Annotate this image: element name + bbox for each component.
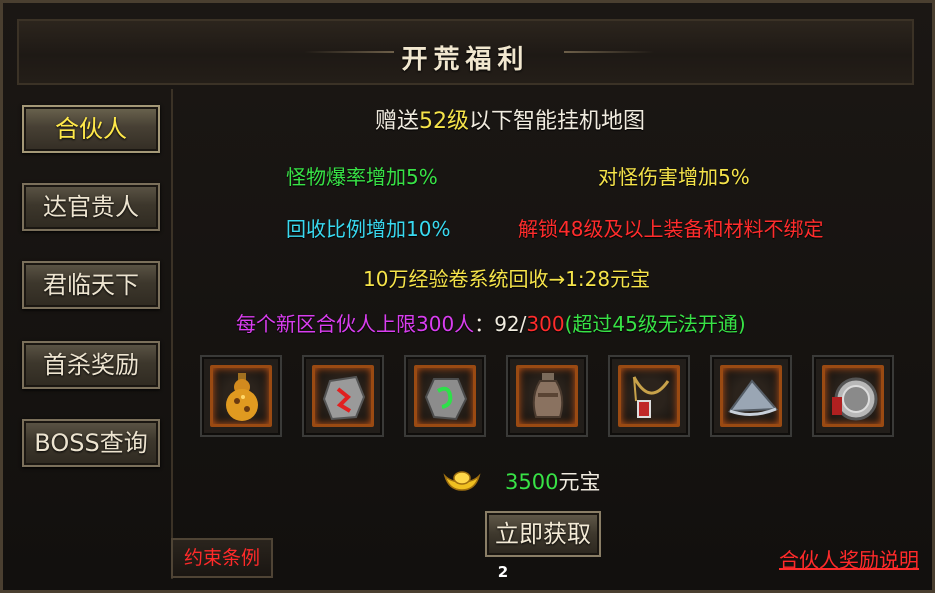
- item-slot[interactable]: [608, 355, 690, 437]
- perk-damage: 对怪伤害增加5%: [598, 165, 750, 189]
- exp-scroll-recycle: 10万经验卷系统回收→1:28元宝: [363, 267, 651, 291]
- limit-current: 92: [494, 312, 520, 336]
- headline-prefix: 赠送: [375, 109, 420, 134]
- straw-hat-icon: [727, 379, 778, 416]
- medal-token-icon: [832, 377, 878, 421]
- sidebar-item-noble[interactable]: 达官贵人: [22, 183, 160, 231]
- item-slot[interactable]: [710, 355, 792, 437]
- reward-number: 3500: [505, 470, 559, 494]
- reward-unit: 元宝: [558, 470, 601, 494]
- item-slot[interactable]: [404, 355, 486, 437]
- sidebar-item-boss-query[interactable]: BOSS查询: [22, 419, 160, 467]
- perk-unlock: 解锁48级及以上装备和材料不绑定: [518, 217, 824, 241]
- sidebar-item-ruler[interactable]: 君临天下: [22, 261, 160, 309]
- item-slot[interactable]: [302, 355, 384, 437]
- welfare-window: 开荒福利 合伙人 达官贵人 君临天下 首杀奖励 BOSS查询: [0, 0, 935, 593]
- limit-max: 300: [526, 312, 565, 336]
- count-badge: 2: [497, 563, 509, 581]
- red-rune-stone-icon: [322, 375, 366, 421]
- headline: 赠送52级以下智能挂机地图: [375, 103, 645, 135]
- title-bar: 开荒福利: [17, 19, 914, 85]
- limit-label: 每个新区合伙人上限300人: [236, 312, 475, 336]
- amulet-necklace-icon: [632, 376, 670, 418]
- window-title: 开荒福利: [401, 45, 530, 75]
- gold-ingot-icon: [443, 471, 481, 491]
- headline-level: 52级: [419, 109, 470, 134]
- sidebar: 合伙人 达官贵人 君临天下 首杀奖励 BOSS查询: [17, 89, 173, 579]
- green-rune-stone-icon: [424, 378, 468, 421]
- partner-limit: 每个新区合伙人上限300人：92/300(超过45级无法开通): [236, 308, 746, 337]
- item-slot[interactable]: [812, 355, 894, 437]
- get-now-button[interactable]: 立即获取: [485, 511, 601, 557]
- limit-note: (超过45级无法开通): [564, 312, 746, 336]
- item-slot[interactable]: [200, 355, 282, 437]
- sidebar-item-first-kill[interactable]: 首杀奖励: [22, 341, 160, 389]
- clay-vase-icon: [532, 373, 564, 418]
- rules-button[interactable]: 约束条例: [171, 538, 273, 578]
- sidebar-item-partner[interactable]: 合伙人: [22, 105, 160, 153]
- golden-gourd-icon: [226, 373, 258, 421]
- perk-recycle: 回收比例增加10%: [286, 217, 451, 241]
- partner-reward-explain-link[interactable]: 合伙人奖励说明: [779, 544, 919, 573]
- headline-suffix: 以下智能挂机地图: [469, 109, 646, 134]
- reward-amount: 3500元宝: [505, 466, 600, 496]
- perk-drop-rate: 怪物爆率增加5%: [286, 165, 438, 189]
- item-slot[interactable]: [506, 355, 588, 437]
- limit-colon: ：: [474, 312, 495, 336]
